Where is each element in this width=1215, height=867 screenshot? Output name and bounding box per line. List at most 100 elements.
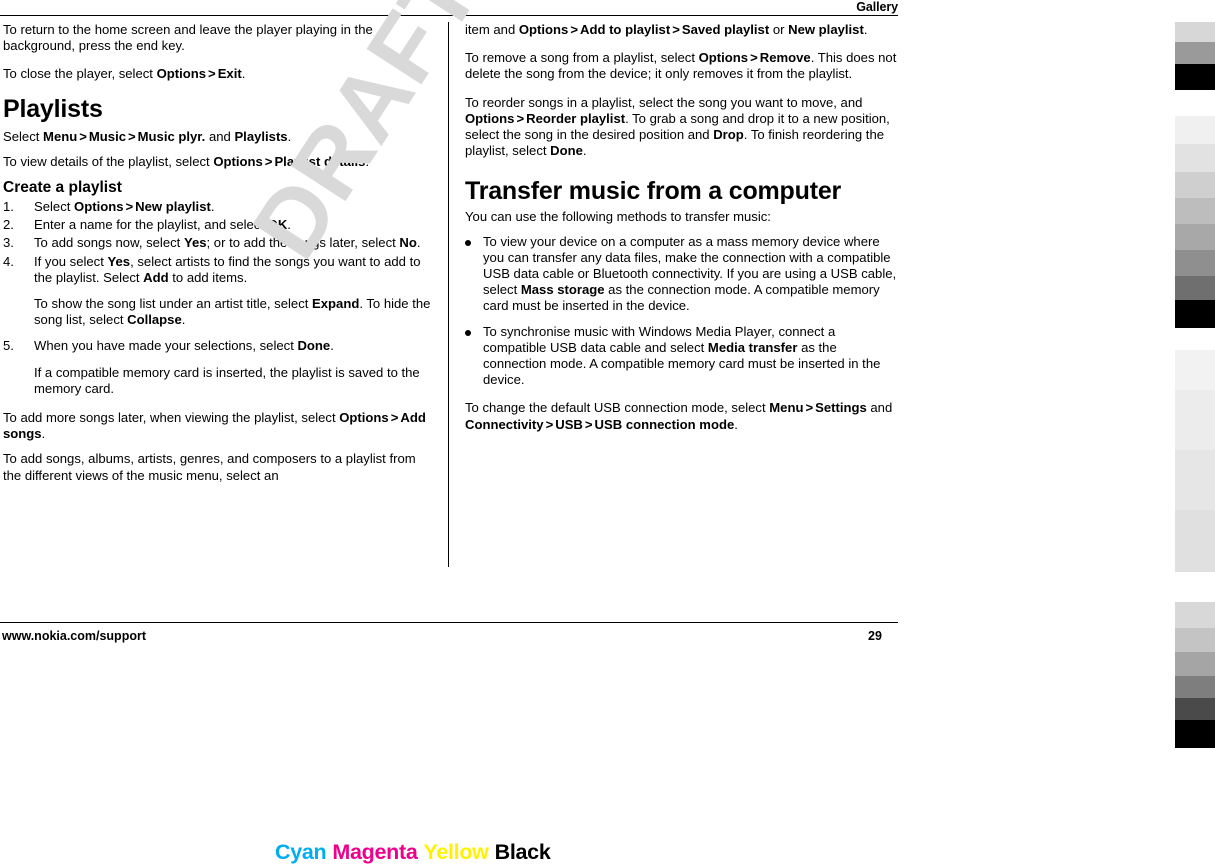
paragraph-add-songs-albums: To add songs, albums, artists, genres, a… (3, 451, 416, 483)
list-item: 2. Enter a name for the playlist, and sel… (3, 217, 291, 233)
ui-term-no: No (399, 235, 417, 251)
right-column: item and Options > Add to playlist > Saved p… (465, 22, 899, 445)
color-swatch (1175, 276, 1215, 300)
color-swatch (1175, 300, 1215, 328)
step-number: 2. (3, 217, 14, 233)
ui-term-usb-connection-mode: USB connection mode (594, 416, 735, 432)
ui-term-remove: Remove (759, 50, 811, 66)
color-swatch (1175, 350, 1215, 390)
list-item: 4. If you select Yes, select artists to f… (3, 254, 437, 329)
color-swatch (1175, 698, 1215, 720)
color-name-yellow: Yellow (423, 840, 489, 864)
ui-term-music-plyr: Music plyr. (137, 128, 206, 144)
heading-transfer-music: Transfer music from a computer (465, 177, 842, 206)
color-name-cyan: Cyan (275, 840, 327, 864)
heading-create-a-playlist: Create a playlist (3, 179, 122, 197)
ui-term-exit: Exit (217, 66, 242, 82)
ui-term-music: Music (88, 128, 126, 144)
ui-term-options: Options (74, 199, 124, 215)
color-name-black: Black (494, 840, 551, 864)
ui-term-drop: Drop (713, 127, 744, 143)
paragraph-reorder-songs: To reorder songs in a playlist, select t… (465, 94, 890, 159)
ui-term-add-to-playlist: Add to playlist (579, 22, 671, 37)
step-number: 5. (3, 338, 14, 354)
color-swatch (1175, 628, 1215, 652)
color-swatch (1175, 250, 1215, 276)
ui-term-playlists: Playlists (234, 128, 288, 144)
color-swatch (1175, 510, 1215, 572)
list-item: 3. To add songs now, select Yes; or to ad… (3, 235, 421, 251)
ui-term-saved-playlist: Saved playlist (681, 22, 770, 37)
ui-term-add: Add (143, 269, 169, 285)
paragraph-view-details: To view details of the playlist, select … (3, 153, 370, 169)
ui-term-new-playlist: New playlist (135, 199, 211, 215)
bullet-list-transfer-methods: To view your device on a computer as a m… (465, 234, 899, 389)
ui-term-options: Options (156, 66, 207, 82)
bullet-dot-icon (465, 239, 471, 246)
ui-term-menu: Menu (43, 128, 78, 144)
footer-page-number: 29 (868, 629, 882, 643)
paragraph-close-player: To close the player, select Options > Exit… (3, 66, 246, 82)
left-column: To return to the home screen and leave t… (3, 22, 437, 496)
arrow-separator: > (208, 66, 216, 82)
ordered-steps-list: 1. Select Options > New playlist. 2. Enter a… (3, 199, 437, 397)
list-item: 1. Select Options > New playlist. (3, 199, 215, 215)
ui-term-done: Done (297, 338, 331, 354)
color-name-magenta: Magenta (332, 840, 418, 864)
ui-term-ok: OK (267, 217, 288, 233)
ui-term-yes: Yes (183, 235, 207, 251)
running-header: Gallery (856, 0, 898, 14)
color-swatch (1175, 64, 1215, 90)
ui-term-media-transfer: Media transfer (707, 339, 798, 355)
color-swatch (1175, 652, 1215, 676)
color-swatch (1175, 328, 1215, 350)
color-swatch (1175, 676, 1215, 698)
substep-show-song-list: To show the song list under an artist ti… (34, 296, 431, 328)
ui-term-done: Done (550, 143, 583, 159)
bullet-dot-icon (465, 329, 471, 336)
ui-term-yes: Yes (107, 253, 131, 269)
header-rule (0, 15, 898, 16)
paragraph-default-usb-mode: To change the default USB connection mod… (465, 400, 893, 432)
text-return-home: To return to the home screen and leave t… (3, 22, 373, 54)
paragraph-continued-add-to-playlist: item and Options > Add to playlist > Saved p… (465, 22, 868, 37)
color-swatch (1175, 390, 1215, 450)
document-page: Gallery To return to the home screen and… (0, 0, 1167, 867)
ui-term-connectivity: Connectivity (465, 416, 544, 432)
ui-term-mass-storage: Mass storage (520, 282, 605, 298)
step-number: 4. (3, 253, 14, 269)
color-swatch (1175, 198, 1215, 224)
ui-term-new-playlist: New playlist (788, 22, 864, 37)
ui-term-playlist-details: Playlist details (274, 153, 366, 169)
color-swatch (1175, 572, 1215, 602)
color-swatch (1175, 42, 1215, 64)
color-swatch (1175, 450, 1215, 510)
step-number: 3. (3, 235, 14, 251)
ui-term-options: Options (698, 50, 749, 66)
footer-support-url: www.nokia.com/support (2, 629, 146, 643)
color-swatch (1175, 90, 1215, 116)
ui-term-options: Options (213, 153, 263, 169)
ui-term-expand: Expand (312, 296, 360, 312)
ui-term-settings: Settings (815, 400, 867, 416)
color-swatch (1175, 172, 1215, 198)
ui-term-options: Options (518, 22, 569, 37)
ui-term-collapse: Collapse (127, 312, 182, 328)
substep-memory-card: If a compatible memory card is inserted,… (34, 364, 420, 396)
paragraph-return-home: To return to the home screen and leave t… (3, 22, 437, 54)
column-divider (448, 22, 449, 567)
list-item: To synchronise music with Windows Media … (465, 324, 899, 389)
paragraph-select-menu: Select Menu > Music > Music plyr. and Playli… (3, 128, 292, 144)
ui-term-usb: USB (555, 416, 583, 432)
color-swatch (1175, 0, 1215, 22)
color-swatch (1175, 22, 1215, 42)
ui-term-reorder-playlist: Reorder playlist (526, 110, 626, 126)
ui-term-options: Options (465, 110, 515, 126)
step-number: 1. (3, 199, 14, 215)
paragraph-transfer-methods: You can use the following methods to tra… (465, 209, 771, 225)
paragraph-add-more-songs: To add more songs later, when viewing th… (3, 410, 426, 442)
color-swatch (1175, 116, 1215, 144)
footer-rule (0, 622, 898, 623)
print-color-names: Cyan Magenta Yellow Black (275, 840, 556, 865)
heading-playlists: Playlists (3, 94, 103, 123)
